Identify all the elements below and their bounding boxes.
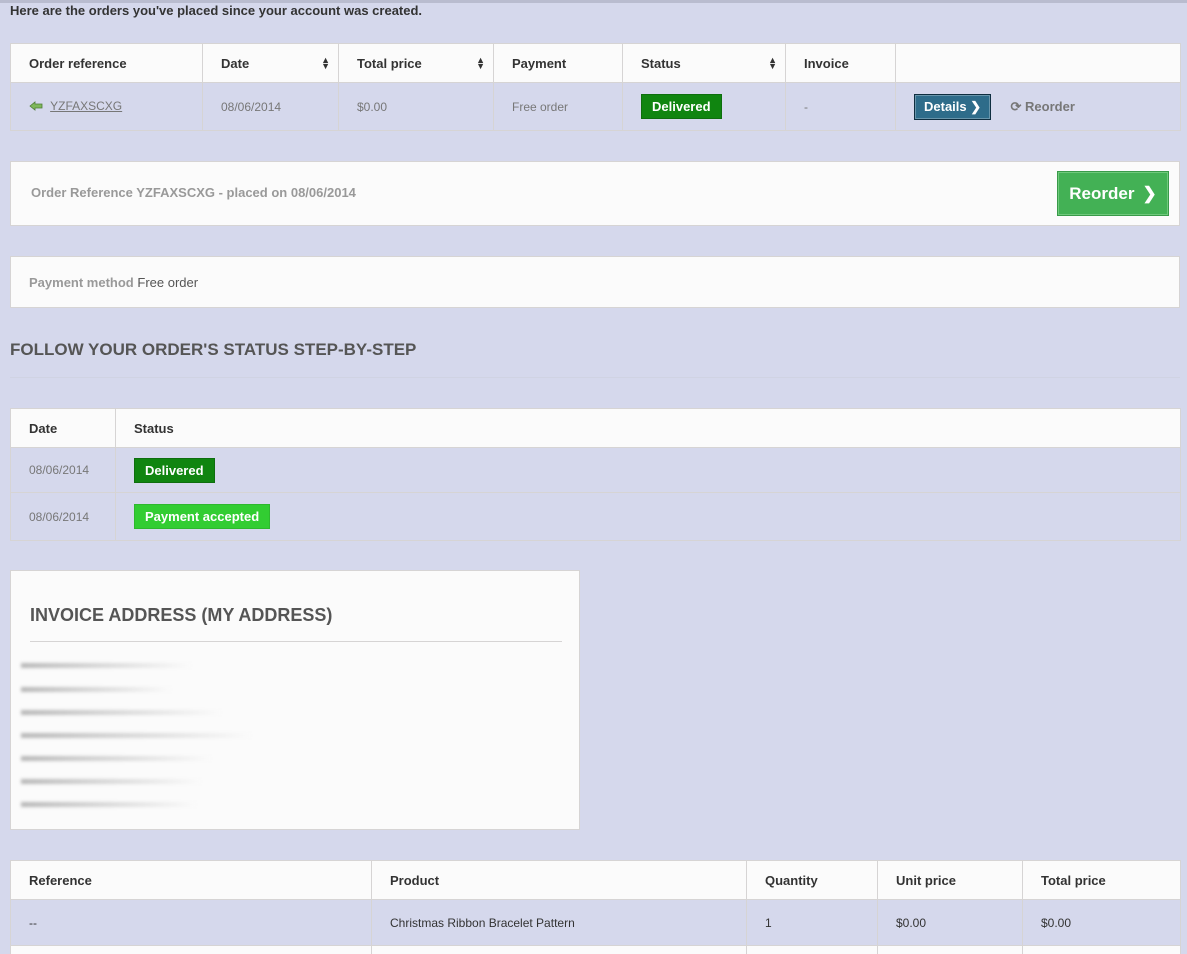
- payment-method-label: Payment method: [29, 275, 134, 290]
- status-badge: Delivered: [641, 94, 722, 119]
- chevron-right-icon: ❯: [1142, 183, 1157, 203]
- order-history-table: Date Status 08/06/2014 Delivered 08/06/2…: [10, 408, 1181, 541]
- divider: [10, 377, 1180, 378]
- details-button-label: Details: [924, 98, 967, 114]
- reorder-link[interactable]: ⟳ Reorder: [1011, 99, 1075, 114]
- col-product: Product: [371, 860, 747, 900]
- col-payment: Payment: [493, 43, 623, 83]
- sort-icon[interactable]: ▲ ▼: [476, 56, 485, 71]
- intro-text: Here are the orders you've placed since …: [10, 3, 423, 18]
- product-unit-price: $0.00: [877, 899, 1023, 946]
- col-invoice: Invoice: [785, 43, 896, 83]
- order-total-price: $0.00: [338, 82, 494, 131]
- reorder-link-label: Reorder: [1025, 98, 1075, 114]
- product-name: Christmas Ribbon Bracelet Pattern: [371, 899, 747, 946]
- order-invoice: -: [785, 82, 896, 131]
- sort-icon[interactable]: ▲ ▼: [768, 56, 777, 71]
- history-status-cell: Delivered: [115, 447, 1181, 493]
- table-row: YZFAXSCXG 08/06/2014 $0.00 Free order De…: [10, 82, 1181, 131]
- payment-method-box: Payment method Free order: [10, 256, 1180, 308]
- product-quantity: 1: [746, 899, 878, 946]
- reorder-button[interactable]: Reorder ❯: [1057, 171, 1169, 216]
- orders-table: Order reference Date ▲ ▼ Total price ▲ ▼ Pay…: [10, 43, 1181, 131]
- status-badge: Payment accepted: [134, 504, 271, 529]
- sort-icon[interactable]: ▲ ▼: [321, 56, 330, 71]
- col-date[interactable]: Date ▲ ▼: [202, 43, 339, 83]
- history-header-row: Date Status: [10, 408, 1181, 448]
- col-actions: [895, 43, 1181, 83]
- orders-header-row: Order reference Date ▲ ▼ Total price ▲ ▼ Pay…: [10, 43, 1181, 83]
- col-order-reference: Order reference: [10, 43, 203, 83]
- col-total-price[interactable]: Total price ▲ ▼: [338, 43, 494, 83]
- invoice-address-box: INVOICE ADDRESS (MY ADDRESS): [10, 570, 580, 830]
- details-button[interactable]: Details ❯: [914, 93, 992, 120]
- order-reference-link[interactable]: YZFAXSCXG: [50, 99, 122, 113]
- order-date: 08/06/2014: [202, 82, 339, 131]
- col-unit-price: Unit price: [877, 860, 1023, 900]
- refresh-icon: ⟳: [1010, 98, 1022, 114]
- products-header-row: Reference Product Quantity Unit price To…: [10, 860, 1181, 900]
- col-history-status: Status: [115, 408, 1181, 448]
- col-history-date: Date: [10, 408, 116, 448]
- payment-method-value: Free order: [137, 275, 199, 290]
- order-payment: Free order: [493, 82, 623, 131]
- table-row: -- Christmas Ribbon Bracelet Pattern 1 $…: [10, 899, 1181, 946]
- history-date: 08/06/2014: [10, 447, 116, 493]
- payment-method-line: Payment method Free order: [29, 275, 198, 290]
- order-status-cell: Delivered: [622, 82, 786, 131]
- col-quantity: Quantity: [746, 860, 878, 900]
- order-info-box: Order Reference YZFAXSCXG - placed on 08…: [10, 161, 1180, 226]
- product-reference: --: [10, 899, 372, 946]
- order-actions-cell: Details ❯ ⟳ Reorder: [895, 82, 1181, 131]
- history-status-cell: Payment accepted: [115, 492, 1181, 541]
- status-badge: Delivered: [134, 457, 215, 483]
- product-total-price: $0.00: [1022, 899, 1181, 946]
- order-icon: [29, 100, 43, 114]
- table-row: [10, 945, 1181, 954]
- follow-status-heading: FOLLOW YOUR ORDER'S STATUS STEP-BY-STEP: [10, 340, 417, 359]
- order-products-table: Reference Product Quantity Unit price To…: [10, 860, 1181, 954]
- chevron-right-icon: ❯: [970, 98, 982, 114]
- table-row: 08/06/2014 Delivered: [10, 447, 1181, 493]
- order-info-text: Order Reference YZFAXSCXG - placed on 08…: [31, 185, 356, 200]
- table-row: 08/06/2014 Payment accepted: [10, 492, 1181, 541]
- order-reference-cell: YZFAXSCXG: [10, 82, 203, 131]
- reorder-button-label: Reorder: [1069, 183, 1135, 203]
- col-reference: Reference: [10, 860, 372, 900]
- invoice-address-title: INVOICE ADDRESS (MY ADDRESS): [30, 605, 333, 625]
- col-total-price: Total price: [1022, 860, 1181, 900]
- history-date: 08/06/2014: [10, 492, 116, 541]
- col-status[interactable]: Status ▲ ▼: [622, 43, 786, 83]
- divider: [30, 641, 562, 642]
